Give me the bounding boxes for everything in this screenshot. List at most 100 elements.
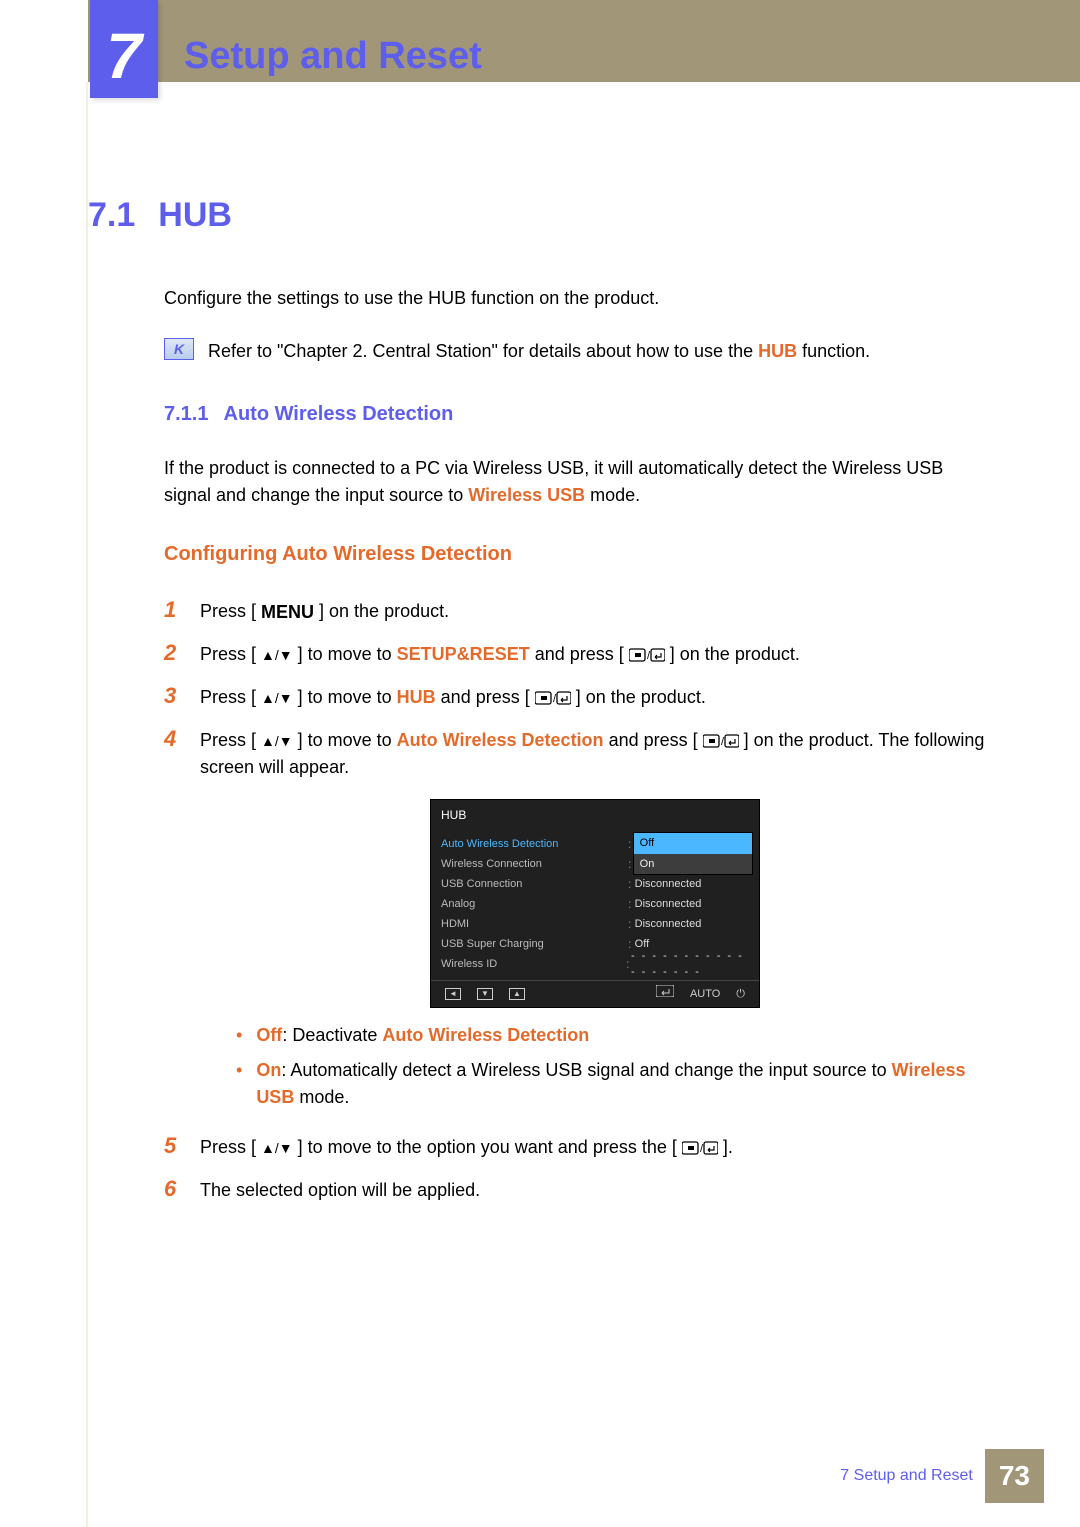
footer-page-number: 73 [985, 1449, 1044, 1503]
step-body: Press [ ▲/▼ ] to move to HUB and press [… [200, 684, 990, 711]
bullet-on: • On: Automatically detect a Wireless US… [236, 1057, 990, 1111]
left-margin-rule [0, 82, 88, 1527]
para-post: mode. [585, 485, 640, 505]
bullet-text: On: Automatically detect a Wireless USB … [256, 1057, 990, 1111]
osd-label: HDMI [441, 916, 469, 933]
down-arrow-icon: ▼ [477, 988, 493, 1000]
osd-value: Disconnected [635, 876, 702, 893]
auto-label: AUTO [690, 986, 720, 1003]
step-5: 5 Press [ ▲/▼ ] to move to the option yo… [164, 1129, 990, 1162]
bullet-text: Off: Deactivate Auto Wireless Detection [256, 1022, 589, 1049]
up-down-icon: ▲/▼ [261, 648, 293, 662]
step-number: 1 [164, 593, 182, 626]
step-3: 3 Press [ ▲/▼ ] to move to HUB and press… [164, 679, 990, 712]
config-heading: Configuring Auto Wireless Detection [164, 539, 990, 569]
bullet-sep: : Automatically detect a Wireless USB si… [281, 1060, 891, 1080]
osd-dropdown: Off On [633, 832, 753, 875]
osd-label: Analog [441, 896, 475, 913]
step-number: 2 [164, 636, 182, 669]
enter-icon [656, 985, 674, 1003]
bullet-label: On [256, 1060, 281, 1080]
osd-value: Disconnected [635, 896, 702, 913]
up-down-icon: ▲/▼ [261, 734, 293, 748]
header-band [0, 0, 1080, 82]
step4-hl: Auto Wireless Detection [397, 730, 604, 750]
step-list: 1 Press [ MENU ] on the product. 2 Press… [164, 593, 990, 1205]
step1-post: ] on the product. [314, 601, 449, 621]
chapter-title: Setup and Reset [184, 28, 482, 85]
step3-pre: Press [ [200, 687, 261, 707]
subsection-number: 7.1.1 [164, 403, 208, 425]
option-bullets: • Off: Deactivate Auto Wireless Detectio… [236, 1022, 990, 1111]
menu-label: MENU [261, 599, 314, 626]
osd-footer: ◄ ▼ ▲ AUTO ⏻ [431, 980, 759, 1007]
step-body: Press [ ▲/▼ ] to move to SETUP&RESET and… [200, 641, 990, 668]
step2-pre: Press [ [200, 644, 261, 664]
subsection-heading: 7.1.1 Auto Wireless Detection [164, 399, 990, 429]
source-enter-icon: / [535, 691, 571, 705]
step-2: 2 Press [ ▲/▼ ] to move to SETUP&RESET a… [164, 636, 990, 669]
step3-post: ] on the product. [571, 687, 706, 707]
section-number: 7.1 [88, 196, 135, 234]
bullet-icon: • [236, 1026, 242, 1044]
step-number: 6 [164, 1172, 182, 1205]
bullet-label: Off [256, 1025, 282, 1045]
step-body: Press [ MENU ] on the product. [200, 598, 990, 626]
up-arrow-icon: ▲ [509, 988, 525, 1000]
menu-icon: MENU [261, 599, 314, 626]
page-footer: 7 Setup and Reset 73 [840, 1449, 1044, 1503]
osd-value: - - - - - - - - - - - - - - - - - - [631, 948, 749, 981]
step-number: 4 [164, 722, 182, 755]
bullet-sep: : Deactivate [282, 1025, 382, 1045]
subsection-paragraph: If the product is connected to a PC via … [164, 455, 990, 509]
note-post: function. [797, 341, 870, 361]
step-body: Press [ ▲/▼ ] to move to Auto Wireless D… [200, 727, 990, 1119]
bullet-icon: • [236, 1061, 242, 1079]
step2-mid2: and press [ [530, 644, 629, 664]
osd-screenshot: HUB Auto Wireless Detection Wireless Con… [430, 799, 760, 1008]
osd-values: Off On : : :Disconnected :Disconnected :… [615, 830, 759, 980]
bullet-post: mode. [294, 1087, 349, 1107]
step3-mid1: ] to move to [293, 687, 397, 707]
bullet-off: • Off: Deactivate Auto Wireless Detectio… [236, 1022, 990, 1049]
source-enter-icon: / [629, 648, 665, 662]
step5-post: ]. [718, 1137, 733, 1157]
osd-labels: Auto Wireless Detection Wireless Connect… [431, 830, 615, 980]
chapter-number-badge: 7 [90, 0, 158, 98]
osd-option-on: On [634, 854, 752, 875]
up-down-icon: ▲/▼ [261, 1141, 293, 1155]
note-text: Refer to "Chapter 2. Central Station" fo… [208, 338, 870, 365]
step-number: 5 [164, 1129, 182, 1162]
section-title: HUB [158, 196, 232, 234]
step-4: 4 Press [ ▲/▼ ] to move to Auto Wireless… [164, 722, 990, 1119]
source-enter-icon: / [703, 734, 739, 748]
osd-title: HUB [431, 800, 759, 830]
osd-label: USB Super Charging [441, 936, 544, 953]
osd-footer-right: AUTO ⏻ [656, 985, 745, 1003]
step2-post: ] on the product. [665, 644, 800, 664]
step2-mid1: ] to move to [293, 644, 397, 664]
note-row: K Refer to "Chapter 2. Central Station" … [164, 338, 990, 365]
step5-pre: Press [ [200, 1137, 261, 1157]
step5-mid1: ] to move to the option you want and pre… [293, 1137, 682, 1157]
note-pre: Refer to "Chapter 2. Central Station" fo… [208, 341, 758, 361]
osd-label: USB Connection [441, 876, 522, 893]
footer-chapter-label: 7 Setup and Reset [840, 1464, 973, 1488]
subsection-title: Auto Wireless Detection [224, 403, 454, 425]
osd-label: Wireless ID [441, 956, 497, 973]
step-number: 3 [164, 679, 182, 712]
step-6: 6 The selected option will be applied. [164, 1172, 990, 1205]
bullet-hl: Auto Wireless Detection [382, 1025, 589, 1045]
step3-hl: HUB [397, 687, 436, 707]
osd-body: Auto Wireless Detection Wireless Connect… [431, 830, 759, 980]
note-highlight: HUB [758, 341, 797, 361]
osd-label: Wireless Connection [441, 856, 542, 873]
step4-mid2: and press [ [604, 730, 703, 750]
step4-pre: Press [ [200, 730, 261, 750]
step4-mid1: ] to move to [293, 730, 397, 750]
step1-pre: Press [ [200, 601, 261, 621]
power-icon: ⏻ [736, 986, 745, 1003]
up-down-icon: ▲/▼ [261, 691, 293, 705]
osd-option-off: Off [634, 833, 752, 854]
osd-label: Auto Wireless Detection [441, 836, 558, 853]
